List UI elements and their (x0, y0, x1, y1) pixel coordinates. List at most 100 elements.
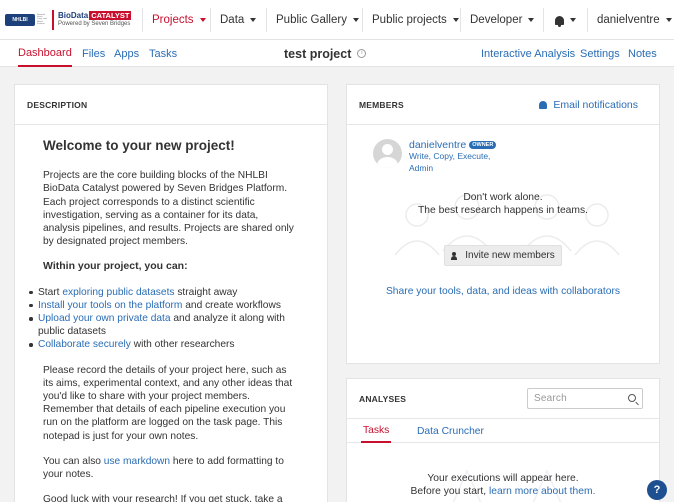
chevron-down-icon (250, 18, 257, 22)
list-item: Install your tools on the platform and c… (29, 299, 297, 312)
nav-developer[interactable]: Developer (470, 0, 535, 40)
install-tools-link[interactable]: Install your tools on the platform (38, 300, 182, 311)
team-message: Don't work alone. The best research happ… (347, 192, 659, 217)
nav-data[interactable]: Data (220, 0, 257, 40)
nav-separator (543, 8, 544, 32)
list-item: Collaborate securely with other research… (29, 338, 297, 351)
tab-interactive-analysis[interactable]: Interactive Analysis (481, 40, 575, 67)
record-paragraph: Please record the details of your projec… (43, 364, 293, 442)
tab-files[interactable]: Files (82, 40, 105, 67)
nav-separator (210, 8, 211, 32)
team-message-line-2: The best research happens in teams. (418, 204, 588, 216)
nav-user-menu[interactable]: danielventre (597, 0, 672, 40)
nav-notifications[interactable] (555, 0, 576, 40)
info-icon[interactable]: i (357, 49, 367, 58)
nav-separator (142, 8, 143, 32)
project-subnav: Dashboard Files Apps Tasks test project i… (0, 40, 674, 67)
tab-settings[interactable]: Settings (580, 40, 620, 67)
nav-public-gallery[interactable]: Public Gallery (276, 0, 359, 40)
search-placeholder: Search (534, 393, 567, 404)
member-permissions[interactable]: Write, Copy, Execute, Admin (409, 151, 504, 174)
nav-public-gallery-label: Public Gallery (276, 14, 347, 26)
nav-public-projects[interactable]: Public projects (372, 0, 459, 40)
welcome-heading: Welcome to your new project! (43, 138, 235, 153)
description-body[interactable]: Welcome to your new project! Projects ar… (15, 125, 327, 502)
nav-separator (460, 8, 461, 32)
nhlbi-logo: NHLBI (5, 13, 35, 26)
avatar (373, 139, 402, 168)
explore-datasets-link[interactable]: exploring public datasets (62, 287, 174, 298)
brand-divider (52, 9, 54, 30)
cutoff-paragraph: Good luck with your research! If you get… (43, 494, 283, 502)
member-row: danielventre OWNER Write, Copy, Execute, … (373, 139, 504, 174)
list-item: Upload your own private data and analyze… (29, 312, 297, 338)
team-message-line-1: Don't work alone. (463, 192, 543, 203)
chevron-down-icon (352, 18, 359, 22)
member-username[interactable]: danielventre (409, 139, 466, 151)
list-item-text: straight away (174, 286, 238, 298)
collaborate-link[interactable]: Collaborate securely (38, 339, 131, 350)
analyses-search-input[interactable]: Search (527, 388, 643, 409)
description-header: DESCRIPTION (15, 85, 327, 125)
nav-projects-label: Projects (152, 14, 194, 26)
learn-more-link[interactable]: learn more about them. (489, 486, 595, 497)
invite-members-button[interactable]: Invite new members (444, 245, 562, 266)
upload-data-link[interactable]: Upload your own private data (38, 313, 171, 324)
search-icon[interactable] (628, 394, 636, 402)
list-item: Start exploring public datasets straight… (29, 286, 297, 299)
member-info: danielventre OWNER Write, Copy, Execute, … (409, 139, 504, 174)
nav-user-label: danielventre (597, 14, 660, 26)
within-heading: Within your project, you can: (43, 260, 188, 273)
brand-subtitle: Powered by Seven Bridges (58, 20, 131, 27)
brand-logo[interactable]: NHLBI National Heart, Lung, and Blood In… (0, 0, 142, 40)
chevron-down-icon (570, 18, 576, 22)
members-panel: MEMBERS Email notifications danielventre… (346, 84, 660, 364)
executions-message: Your executions will appear here. Before… (347, 473, 659, 498)
nav-data-label: Data (220, 14, 245, 26)
nav-public-projects-label: Public projects (372, 14, 447, 26)
capabilities-list: Start exploring public datasets straight… (29, 286, 297, 352)
analyses-panel: ANALYSES Search Tasks Data Cruncher Your… (346, 378, 660, 502)
executions-message-text: Before you start, (410, 485, 489, 497)
executions-message-line-1: Your executions will appear here. (427, 473, 579, 484)
description-panel: DESCRIPTION Welcome to your new project!… (14, 84, 328, 502)
project-title-text: test project (284, 46, 352, 61)
nav-separator (266, 8, 267, 32)
tab-notes[interactable]: Notes (628, 40, 657, 67)
nhlbi-subtitle: National Heart, Lung, and Blood Institut… (37, 13, 47, 25)
members-header: MEMBERS Email notifications (347, 85, 659, 125)
nav-separator (362, 8, 363, 32)
list-item-text: and create workflows (182, 299, 281, 311)
executions-message-line-2: Before you start, learn more about them. (347, 486, 659, 499)
list-item-text: Start (38, 286, 63, 298)
analyses-title: ANALYSES (359, 393, 407, 404)
tab-tasks[interactable]: Tasks (149, 40, 177, 67)
bell-icon (555, 15, 564, 27)
analyses-tabs: Tasks Data Cruncher (347, 419, 659, 443)
analyses-header: ANALYSES Search (347, 379, 659, 419)
email-notifications-label: Email notifications (553, 99, 638, 111)
chevron-down-icon (665, 18, 672, 22)
intro-paragraph: Projects are the core building blocks of… (43, 170, 294, 248)
help-button[interactable]: ? (647, 480, 667, 500)
nav-developer-label: Developer (470, 14, 523, 26)
chevron-down-icon (452, 18, 459, 22)
use-markdown-link[interactable]: use markdown (104, 456, 170, 467)
email-notifications-link[interactable]: Email notifications (539, 85, 638, 125)
invite-members-label: Invite new members (465, 250, 555, 261)
bell-icon (539, 101, 548, 109)
chevron-down-icon (199, 18, 206, 22)
members-title: MEMBERS (359, 99, 404, 110)
share-collaborators-link[interactable]: Share your tools, data, and ideas with c… (347, 286, 659, 297)
tab-analyses-tasks[interactable]: Tasks (361, 419, 392, 443)
add-user-icon (451, 251, 460, 260)
project-title: test project i (284, 40, 367, 67)
tab-apps[interactable]: Apps (114, 40, 139, 67)
markdown-text: You can also (43, 455, 104, 467)
tab-dashboard[interactable]: Dashboard (18, 40, 72, 67)
markdown-paragraph: You can also use markdown here to add fo… (43, 455, 297, 481)
nav-projects[interactable]: Projects (152, 0, 206, 40)
tab-data-cruncher[interactable]: Data Cruncher (415, 419, 486, 443)
nav-separator (587, 8, 588, 32)
member-name[interactable]: danielventre OWNER (409, 139, 504, 151)
